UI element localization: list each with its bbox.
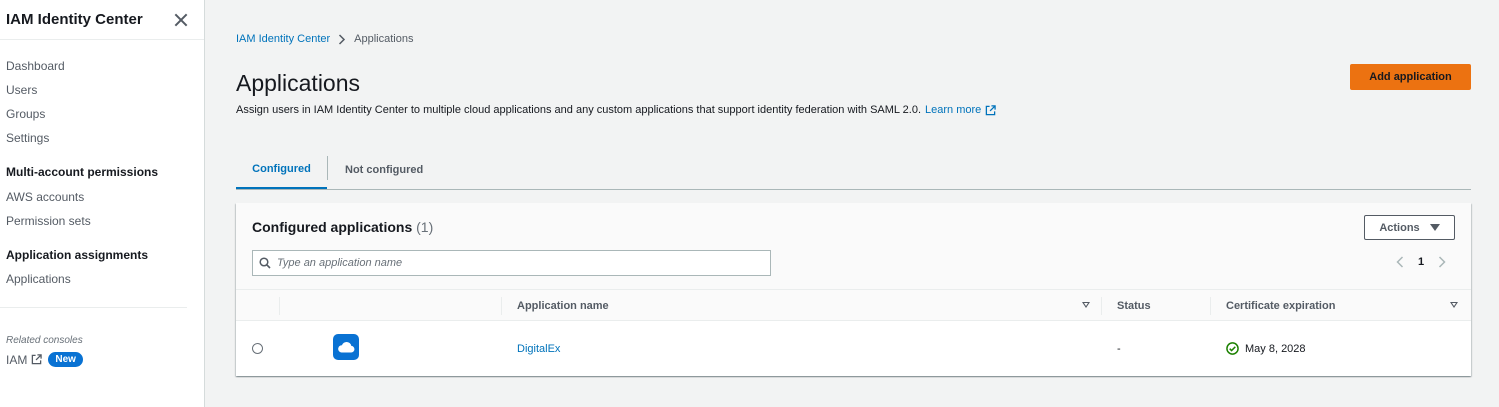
sidebar-item-applications[interactable]: Applications	[6, 272, 71, 286]
iam-console-link[interactable]: IAM New	[6, 352, 83, 367]
search-icon	[259, 257, 271, 269]
column-separator	[279, 297, 280, 315]
column-separator	[1101, 297, 1102, 315]
sidebar-item-groups[interactable]: Groups	[6, 107, 45, 121]
related-consoles-label: Related consoles	[6, 335, 83, 346]
external-link-icon	[32, 354, 43, 365]
status-value: -	[1117, 342, 1121, 355]
page-description: Assign users in IAM Identity Center to m…	[236, 104, 997, 116]
breadcrumb-parent[interactable]: IAM Identity Center	[236, 33, 330, 45]
page-title: Applications	[236, 70, 361, 96]
page-number[interactable]: 1	[1418, 256, 1424, 268]
search-box[interactable]	[252, 250, 771, 276]
sidebar-item-users[interactable]: Users	[6, 83, 37, 97]
sidebar-title: IAM Identity Center	[6, 11, 143, 28]
sidebar-header: IAM Identity Center	[0, 0, 204, 40]
caret-down-icon	[1429, 224, 1440, 231]
sidebar-item-dashboard[interactable]: Dashboard	[6, 59, 65, 73]
tab-list: Configured Not configured	[236, 150, 1471, 190]
row-select-radio[interactable]	[252, 343, 263, 354]
cert-expiration-text: May 8, 2028	[1245, 342, 1306, 355]
sidebar-item-permission-sets[interactable]: Permission sets	[6, 214, 91, 228]
chevron-right-icon[interactable]	[1438, 256, 1446, 268]
panel-title: Configured applications (1)	[252, 219, 433, 235]
breadcrumb: IAM Identity Center Applications	[236, 33, 413, 45]
tab-divider	[327, 156, 328, 180]
sidebar-item-settings[interactable]: Settings	[6, 131, 49, 145]
table-header: Application name Status Certificate expi…	[236, 289, 1471, 321]
check-circle-icon	[1226, 342, 1239, 355]
table-row[interactable]: DigitalEx - May 8, 2028	[236, 321, 1471, 376]
panel-header: Configured applications (1) Actions 1	[236, 203, 1471, 289]
sidebar: IAM Identity Center Dashboard Users Grou…	[0, 0, 205, 407]
page-description-text: Assign users in IAM Identity Center to m…	[236, 104, 922, 116]
sort-icon[interactable]	[1450, 302, 1458, 308]
actions-label: Actions	[1379, 221, 1420, 234]
sidebar-divider	[0, 307, 187, 308]
pagination: 1	[1396, 256, 1446, 268]
add-application-button[interactable]: Add application	[1350, 64, 1471, 90]
cert-expiration: May 8, 2028	[1226, 342, 1306, 355]
chevron-left-icon[interactable]	[1396, 256, 1404, 268]
panel-count: (1)	[416, 219, 434, 235]
status-cell: -	[1117, 321, 1121, 376]
configured-applications-panel: Configured applications (1) Actions 1	[236, 203, 1471, 376]
column-header-status[interactable]: Status	[1117, 290, 1151, 321]
close-icon[interactable]	[174, 13, 188, 27]
breadcrumb-current: Applications	[354, 33, 414, 45]
tab-configured[interactable]: Configured	[236, 150, 327, 189]
sidebar-section-multi-account: Multi-account permissions	[6, 165, 159, 179]
app-name-link[interactable]: DigitalEx	[517, 343, 560, 355]
cloud-icon	[338, 341, 355, 353]
iam-link-label[interactable]: IAM	[6, 353, 27, 367]
sidebar-item-aws-accounts[interactable]: AWS accounts	[6, 190, 84, 204]
cloud-app-icon	[333, 334, 359, 360]
panel-title-text: Configured applications	[252, 219, 413, 235]
new-badge: New	[48, 352, 83, 367]
column-separator	[501, 297, 502, 315]
actions-button[interactable]: Actions	[1364, 215, 1455, 240]
app-name-cell: DigitalEx	[517, 321, 560, 376]
cert-expiration-cell: May 8, 2028	[1226, 321, 1306, 376]
external-link-icon[interactable]	[985, 104, 997, 116]
column-header-application-name[interactable]: Application name	[517, 290, 609, 321]
tab-not-configured[interactable]: Not configured	[345, 150, 423, 189]
chevron-right-icon	[339, 33, 346, 45]
learn-more-link[interactable]: Learn more	[925, 104, 981, 116]
column-header-certificate-expiration[interactable]: Certificate expiration	[1226, 290, 1335, 321]
sort-icon[interactable]	[1082, 302, 1090, 308]
column-separator	[1210, 297, 1211, 315]
search-input[interactable]	[277, 257, 757, 269]
sidebar-section-app-assignments: Application assignments	[6, 248, 149, 262]
